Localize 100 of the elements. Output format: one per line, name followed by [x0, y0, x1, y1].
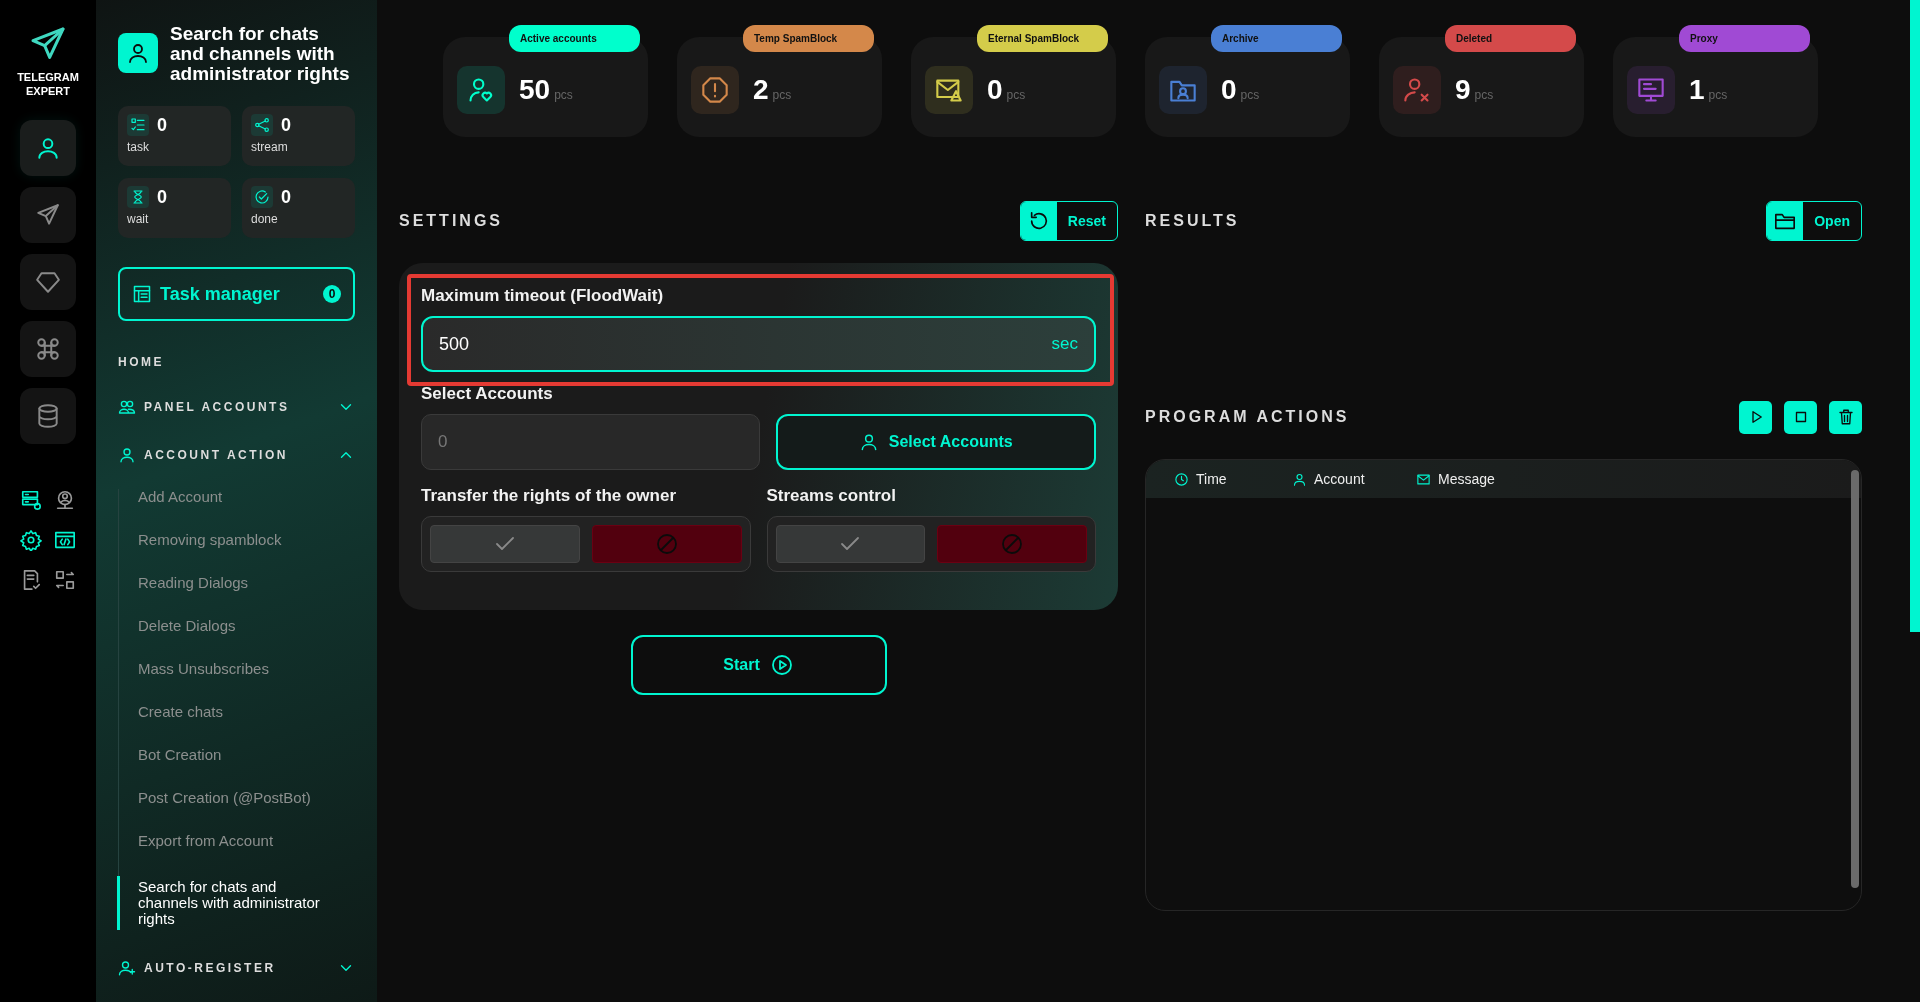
unit-label: pcs [554, 88, 573, 102]
brand-name: TELEGRAM EXPERT [16, 70, 80, 98]
unit-label: pcs [1474, 88, 1494, 102]
input-field[interactable]: 500 sec [421, 316, 1096, 372]
status-tag: Eternal SpamBlock [977, 25, 1108, 52]
rail-button[interactable] [20, 187, 76, 243]
counter-label: stream [251, 140, 289, 154]
task-manager-button[interactable]: Task manager 0 [118, 267, 355, 321]
status-tag: Deleted [1445, 25, 1576, 52]
warning-octagon-icon [701, 76, 729, 104]
section-title: PROGRAM ACTIONS [1145, 408, 1350, 426]
code-window-icon[interactable] [54, 529, 76, 551]
command-icon [35, 336, 61, 362]
check-circle-icon [254, 189, 270, 205]
scrollbar[interactable] [1910, 0, 1920, 632]
nav-item[interactable]: Mass Unsubscribes [117, 661, 355, 677]
person-plus-icon [118, 959, 136, 977]
swap-icon[interactable] [54, 569, 76, 591]
nav-item[interactable]: Create chats [117, 704, 355, 720]
nav-section[interactable]: AUTO-REGISTER [118, 958, 355, 978]
unit-label: pcs [1240, 88, 1260, 102]
stat-value: 2 [753, 74, 769, 106]
select-accounts-button[interactable]: Select Accounts [775, 414, 1096, 470]
nav-item[interactable]: Bot Creation [117, 747, 355, 763]
unit-label: pcs [772, 88, 792, 102]
person-icon [118, 446, 136, 464]
gear-icon[interactable] [20, 529, 42, 551]
counter-value: 0 [157, 114, 167, 136]
stat-value: 9 [1455, 74, 1471, 106]
person-x-icon [1403, 76, 1431, 104]
diamond-icon [35, 269, 61, 295]
status-tag: Temp SpamBlock [743, 25, 874, 52]
nav-item[interactable]: Reading Dialogs [117, 575, 355, 591]
nav-item[interactable]: Export from Account [117, 833, 355, 849]
page-title: Search for chats and channels with administrator rights [170, 24, 351, 84]
section-title: RESULTS [1145, 212, 1240, 230]
stat-value: 1 [1689, 74, 1705, 106]
toggle-switch[interactable] [421, 516, 751, 572]
field-label: Select Accounts [421, 384, 554, 404]
counter-value: 0 [157, 186, 167, 208]
section-title: SETTINGS [399, 212, 503, 230]
counter-label: wait [127, 212, 150, 226]
server-check-icon[interactable] [20, 489, 42, 511]
person-icon [1292, 471, 1307, 487]
checklist-icon [130, 117, 146, 133]
person-icon [126, 41, 150, 65]
play-circle-icon [769, 653, 794, 677]
nav-item[interactable]: Add Account [117, 489, 355, 505]
person-pin-icon[interactable] [54, 489, 76, 511]
monitor-icon [1637, 76, 1665, 104]
nav-item[interactable]: Search for chats and channels with administrator rights [117, 876, 348, 930]
block-icon [654, 532, 679, 556]
nav-section[interactable]: ACCOUNT ACTION [118, 445, 355, 465]
block-icon [1000, 532, 1025, 556]
rail-button[interactable] [20, 321, 76, 377]
person-heart-icon [467, 76, 495, 104]
column-header: Time [1196, 471, 1227, 487]
nav-link[interactable]: HOME [118, 355, 164, 369]
share-icon [254, 117, 270, 133]
nav-item[interactable]: Delete Dialogs [117, 618, 355, 634]
delete-button[interactable] [1829, 400, 1862, 434]
status-tag: Archive [1211, 25, 1342, 52]
rail-button[interactable] [20, 120, 76, 176]
rail-button[interactable] [20, 254, 76, 310]
field-label: Transfer the rights of the owner [421, 486, 678, 506]
stop-button[interactable] [1784, 400, 1817, 434]
unit-label: sec [1051, 334, 1078, 354]
people-icon [118, 398, 136, 416]
play-button[interactable] [1739, 400, 1772, 434]
nav-item[interactable]: Post Creation (@PostBot) [117, 790, 355, 806]
open-button[interactable]: Open [1766, 201, 1862, 241]
status-tag: Proxy [1679, 25, 1810, 52]
unit-label: pcs [1006, 88, 1026, 102]
clock-icon [1174, 471, 1189, 487]
trash-icon [1836, 408, 1855, 426]
field-label: Streams control [766, 486, 897, 506]
stat-value: 0 [987, 74, 1003, 106]
start-button[interactable]: Start [630, 635, 887, 695]
stat-value: 0 [1221, 74, 1237, 106]
counter-value: 0 [281, 186, 291, 208]
nav-section[interactable]: PANEL ACCOUNTS [118, 397, 355, 417]
mail-icon [1416, 471, 1431, 487]
board-icon [132, 284, 152, 304]
counter-label: task [127, 140, 150, 154]
count-badge: 0 [323, 285, 341, 303]
stat-value: 50 [519, 74, 551, 106]
column-header: Message [1438, 471, 1495, 487]
scrollbar[interactable] [1851, 470, 1859, 888]
nav-item[interactable]: Removing spamblock [117, 532, 355, 548]
counter-label: done [251, 212, 279, 226]
reset-button[interactable]: Reset [1019, 201, 1118, 241]
unit-label: pcs [1708, 88, 1728, 102]
toggle-switch[interactable] [766, 516, 1096, 572]
column-header: Account [1314, 471, 1365, 487]
field-label: Maximum timeout (FloodWait) [421, 286, 665, 306]
input-field[interactable]: 0 [421, 414, 760, 470]
counter-value: 0 [281, 114, 291, 136]
status-tag: Active accounts [509, 25, 640, 52]
rail-button[interactable] [20, 388, 76, 444]
database-icon [35, 403, 61, 429]
